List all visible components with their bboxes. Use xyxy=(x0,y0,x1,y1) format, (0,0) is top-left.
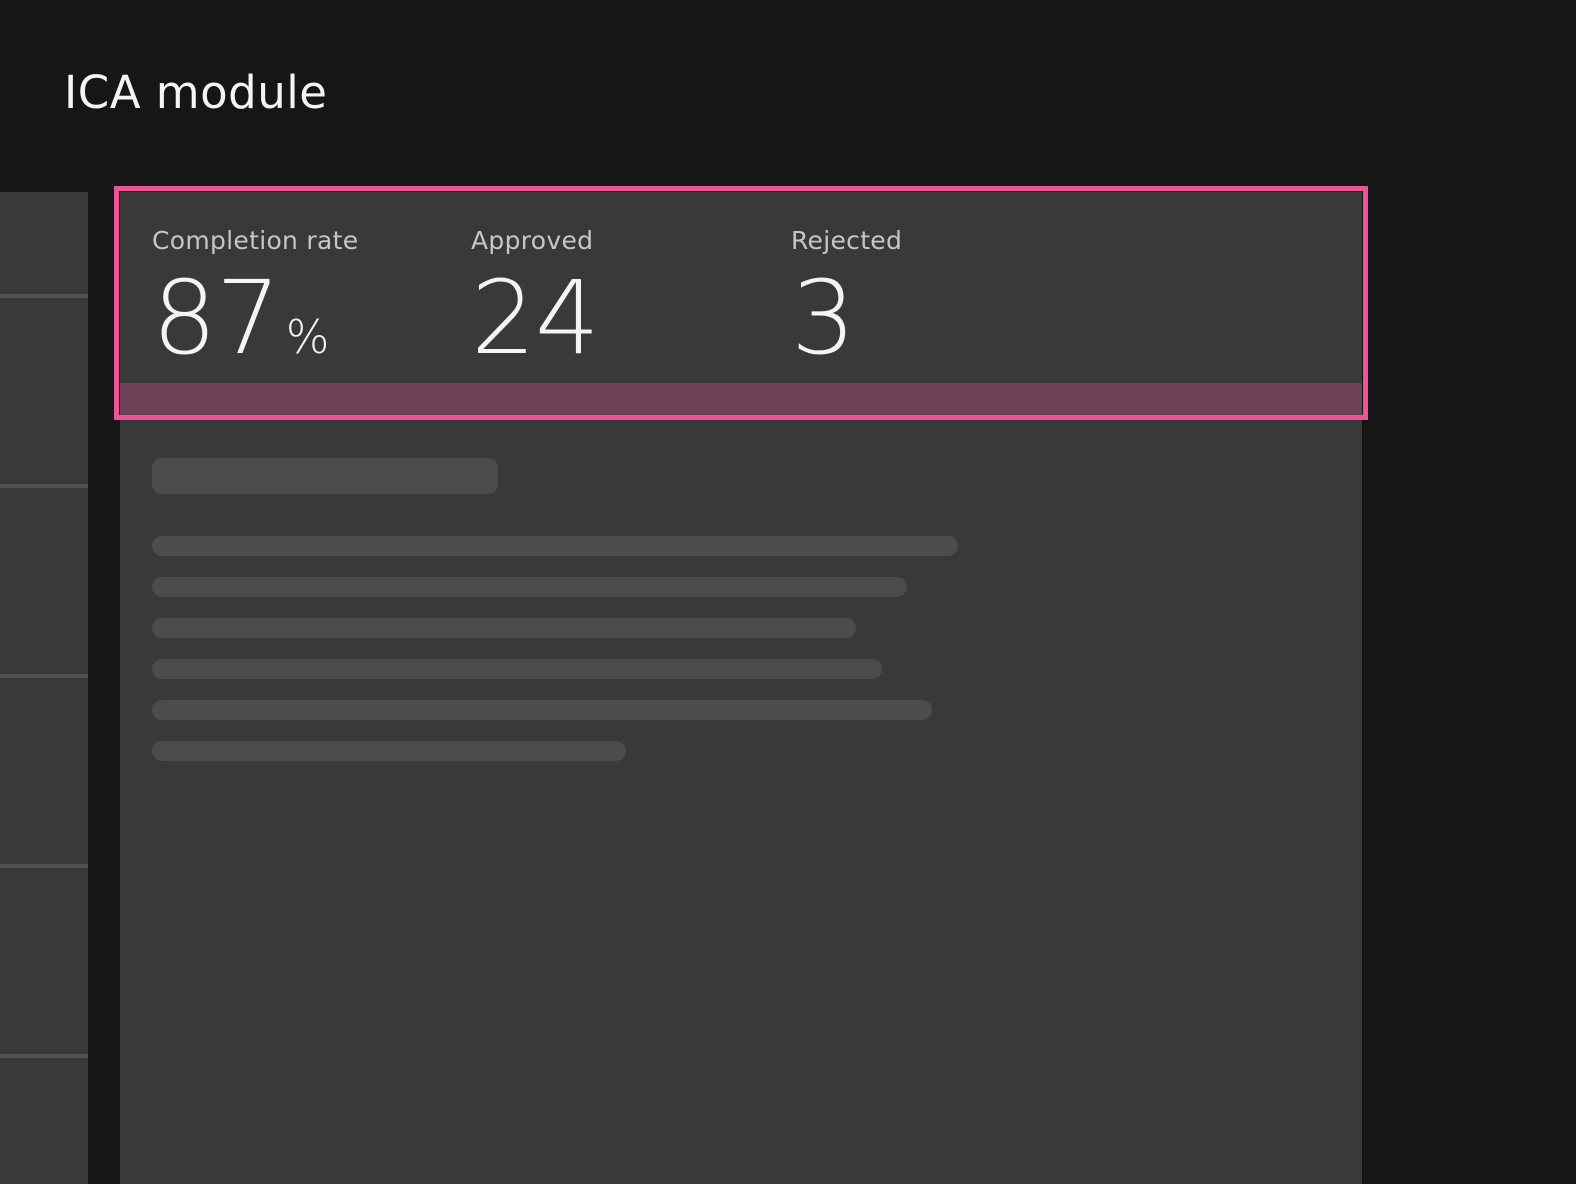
skeleton-line xyxy=(152,700,932,720)
kpi-approved: Approved 24 xyxy=(471,224,600,370)
kpi-label: Approved xyxy=(471,226,594,255)
left-panel-divider xyxy=(0,1054,88,1058)
kpi-value: 24 xyxy=(471,268,600,370)
left-panel-divider xyxy=(0,674,88,678)
kpi-completion-rate: Completion rate 87% xyxy=(152,224,358,370)
kpi-number: 24 xyxy=(471,259,600,378)
skeleton-line xyxy=(152,659,882,679)
kpi-number: 3 xyxy=(791,259,856,378)
skeleton-heading xyxy=(152,458,498,494)
left-panel-divider xyxy=(0,484,88,488)
kpi-rejected: Rejected 3 xyxy=(791,224,902,370)
skeleton-line xyxy=(152,577,907,597)
skeleton-line xyxy=(152,741,626,761)
kpi-unit: % xyxy=(285,310,330,364)
kpi-number: 87 xyxy=(152,259,281,378)
kpi-value: 3 xyxy=(791,268,902,370)
skeleton-line xyxy=(152,618,856,638)
kpi-label: Rejected xyxy=(791,226,903,255)
kpi-value: 87% xyxy=(152,268,358,370)
left-panel xyxy=(0,192,88,1184)
skeleton-line xyxy=(152,536,958,556)
left-panel-divider xyxy=(0,294,88,298)
left-panel-divider xyxy=(0,864,88,868)
kpi-label: Completion rate xyxy=(152,226,359,255)
page-title: ICA module xyxy=(64,66,328,119)
